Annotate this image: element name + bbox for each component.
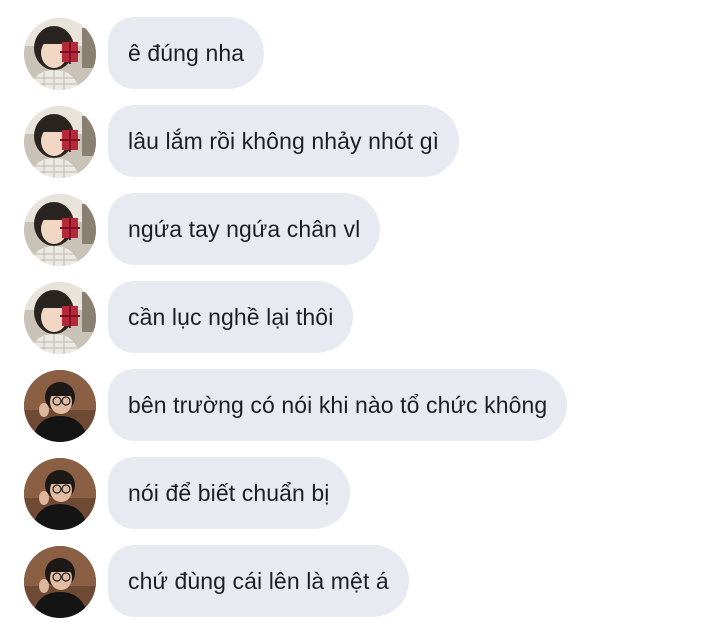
message-text: ê đúng nha bbox=[128, 39, 245, 66]
message-text: cần lục nghề lại thôi bbox=[128, 303, 334, 330]
message-text: bên trường có nói khi nào tổ chức không bbox=[128, 391, 548, 418]
message-bubble[interactable]: cần lục nghề lại thôi bbox=[108, 281, 354, 353]
message-row: cần lục nghề lại thôi bbox=[0, 281, 720, 355]
avatar[interactable] bbox=[24, 282, 96, 354]
avatar[interactable] bbox=[24, 18, 96, 90]
message-bubble[interactable]: chứ đùng cái lên là mệt á bbox=[108, 545, 409, 617]
message-row: nói để biết chuẩn bị bbox=[0, 457, 720, 531]
message-row: ê đúng nha bbox=[0, 17, 720, 91]
message-bubble[interactable]: ngứa tay ngứa chân vl bbox=[108, 193, 381, 265]
avatar[interactable] bbox=[24, 106, 96, 178]
avatar[interactable] bbox=[24, 458, 96, 530]
message-bubble[interactable]: ê đúng nha bbox=[108, 17, 265, 89]
avatar[interactable] bbox=[24, 194, 96, 266]
avatar[interactable] bbox=[24, 370, 96, 442]
avatar[interactable] bbox=[24, 546, 96, 618]
message-row: chứ đùng cái lên là mệt á bbox=[0, 545, 720, 619]
message-text: lâu lắm rồi không nhảy nhót gì bbox=[128, 127, 440, 154]
message-row: bên trường có nói khi nào tổ chức không bbox=[0, 369, 720, 443]
message-row: lâu lắm rồi không nhảy nhót gì bbox=[0, 105, 720, 179]
message-text: nói để biết chuẩn bị bbox=[128, 479, 330, 506]
message-bubble[interactable]: bên trường có nói khi nào tổ chức không bbox=[108, 369, 568, 441]
message-bubble[interactable]: nói để biết chuẩn bị bbox=[108, 457, 350, 529]
message-row: ngứa tay ngứa chân vl bbox=[0, 193, 720, 267]
message-thread: ê đúng nha lâu lắm rồi không nhảy nhót g… bbox=[0, 0, 720, 629]
message-bubble[interactable]: lâu lắm rồi không nhảy nhót gì bbox=[108, 105, 460, 177]
message-text: ngứa tay ngứa chân vl bbox=[128, 215, 361, 242]
message-text: chứ đùng cái lên là mệt á bbox=[128, 567, 389, 594]
